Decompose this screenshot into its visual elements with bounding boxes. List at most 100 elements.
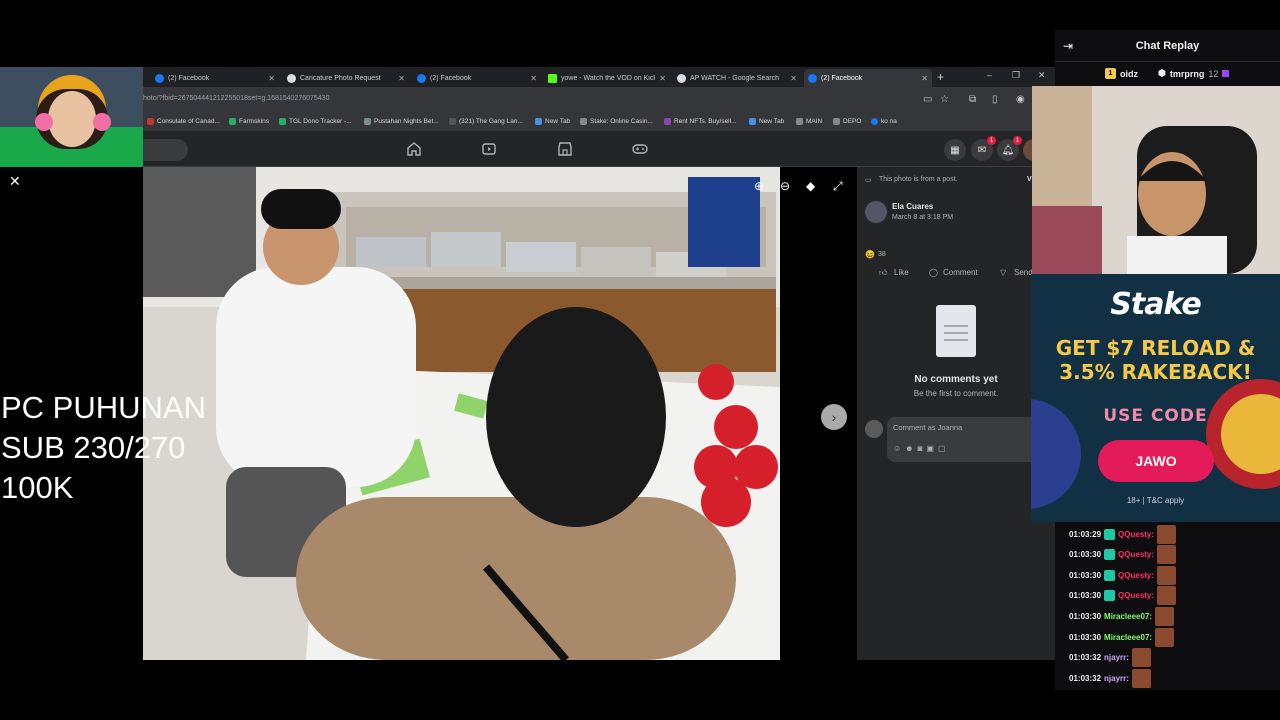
gaming-icon[interactable] xyxy=(631,140,649,158)
close-tab-icon[interactable]: ✕ xyxy=(659,74,666,83)
stake-ad-banner[interactable]: Stake GET $7 RELOAD & 3.5% RAKEBACK! USE… xyxy=(1031,274,1280,522)
bookmark-label: MAIN xyxy=(806,118,823,125)
message-username[interactable]: QQuesty: xyxy=(1118,550,1154,559)
close-tab-icon[interactable]: ✕ xyxy=(530,74,537,83)
close-window-button[interactable]: ✕ xyxy=(1038,70,1046,81)
bookmark-item[interactable]: Stake: Online Casin... xyxy=(580,118,653,125)
comment-input[interactable]: Comment as Joanna ☺☻◙▣▢ xyxy=(887,417,1055,462)
comment-tools-icon[interactable]: ☺☻◙▣▢ xyxy=(893,444,950,453)
bookmark-item[interactable]: DEPO xyxy=(833,118,861,125)
top-gifter-1[interactable]: 1 oidz xyxy=(1105,68,1138,79)
farmskins-icon xyxy=(229,118,236,125)
tab-google[interactable]: AP WATCH - Google Search ✕ xyxy=(673,69,801,87)
ad-headline: GET $7 RELOAD & 3.5% RAKEBACK! xyxy=(1031,336,1280,384)
emote-icon xyxy=(1157,544,1177,564)
close-viewer-icon[interactable]: ✕ xyxy=(9,173,21,190)
message-username[interactable]: njayrr: xyxy=(1104,674,1129,683)
maximize-button[interactable]: ❐ xyxy=(1012,70,1020,81)
ad-headline-line-2: 3.5% RAKEBACK! xyxy=(1059,360,1252,384)
bookmark-label: Consulate of Canad... xyxy=(157,118,220,125)
like-button[interactable]: Like xyxy=(894,268,909,277)
chat-message[interactable]: 01:03:30 QQuesty: xyxy=(1069,544,1177,564)
tab-kick[interactable]: yowe - Watch the VOD on Kick ✕ xyxy=(544,69,670,87)
bookmark-item[interactable]: ko na xyxy=(871,118,897,125)
reaction-count[interactable]: 38 xyxy=(878,251,886,258)
send-button[interactable]: Send xyxy=(1014,268,1033,277)
message-username[interactable]: njayrr: xyxy=(1104,653,1129,662)
watch-icon[interactable] xyxy=(480,140,498,158)
message-username[interactable]: Miracleee07: xyxy=(1104,633,1152,642)
bookmark-item[interactable]: TGL Dono Tracker -... xyxy=(279,118,352,125)
tag-icon[interactable]: ◆ xyxy=(806,179,815,193)
promo-code-button[interactable]: JAWO xyxy=(1098,440,1214,482)
bookmark-label: DEPO xyxy=(843,118,862,125)
messenger-button[interactable]: ✉ 1 xyxy=(971,136,996,161)
bookmark-item[interactable]: Consulate of Canad... xyxy=(147,118,220,125)
photo-viewer: ‹ › ⊕ ⊖ ◆ ⤢ xyxy=(143,167,857,660)
minimize-button[interactable]: – xyxy=(987,70,992,80)
menu-grid-button[interactable]: ▦ xyxy=(944,139,966,161)
url-field[interactable]: hoto/?fbid=267504441212255018set=g.16815… xyxy=(143,95,329,102)
bookmark-item[interactable]: (321) The Gang Lan... xyxy=(449,118,523,125)
fullscreen-icon[interactable]: ⤢ xyxy=(833,179,843,194)
top-gifter-2[interactable]: ⬢ tmrprng 12 xyxy=(1158,68,1230,79)
streamer-webcam xyxy=(0,67,143,167)
message-timestamp: 01:03:32 xyxy=(1069,673,1102,683)
sub-badge-icon xyxy=(1104,569,1116,581)
facebook-top-nav: ▦ ✉ 1 🔔︎ 1 xyxy=(143,131,1055,167)
chat-message[interactable]: 01:03:29 QQuesty: xyxy=(1069,524,1177,544)
next-photo-button[interactable]: › xyxy=(821,404,847,430)
chat-message[interactable]: 01:03:30 Miracleee07: xyxy=(1069,627,1175,647)
cast-icon[interactable]: ▭ xyxy=(923,94,932,105)
chat-message[interactable]: 01:03:30 Miracleee07: xyxy=(1069,606,1175,626)
marketplace-icon[interactable] xyxy=(556,140,574,158)
tab-facebook-1[interactable]: (2) Facebook ✕ xyxy=(151,69,279,87)
chat-message[interactable]: 01:03:32 njayrr: xyxy=(1069,668,1151,688)
message-username[interactable]: QQuesty: xyxy=(1118,571,1154,580)
bookmark-item[interactable]: New Tab xyxy=(749,118,784,125)
sheet-icon xyxy=(279,118,286,125)
close-tab-icon[interactable]: ✕ xyxy=(921,74,928,83)
bookmark-item[interactable]: MAIN xyxy=(796,118,822,125)
bookmarks-bar: Consulate of Canad... Farmskins TGL Dono… xyxy=(143,115,1055,131)
bookmark-item[interactable]: Farmskins xyxy=(229,118,269,125)
profile-icon[interactable]: ◉ xyxy=(1016,94,1025,105)
close-tab-icon[interactable]: ✕ xyxy=(268,74,275,83)
bookmark-item[interactable]: New Tab xyxy=(535,118,570,125)
post-date[interactable]: March 8 at 3:18 PM xyxy=(892,214,953,221)
tab-strip: (2) Facebook ✕ Caricature Photo Request … xyxy=(143,67,1055,87)
home-icon[interactable] xyxy=(405,140,423,158)
zoom-in-icon[interactable]: ⊕ xyxy=(754,179,764,193)
message-username[interactable]: QQuesty: xyxy=(1118,591,1154,600)
post-side-panel: ▭ This photo is from a post. View Ela Cu… xyxy=(857,167,1055,660)
author-avatar[interactable] xyxy=(865,201,887,223)
sub-badge-icon xyxy=(1104,589,1116,601)
tab-caricature[interactable]: Caricature Photo Request ✕ xyxy=(283,69,409,87)
sidebar-icon[interactable]: ▯ xyxy=(992,94,998,105)
facebook-search[interactable] xyxy=(143,139,188,161)
be-first-text: Be the first to comment. xyxy=(913,389,999,398)
bookmark-star-icon[interactable]: ☆ xyxy=(940,94,949,105)
bookmark-icon xyxy=(449,118,456,125)
notification-badge: 1 xyxy=(1013,136,1022,145)
bookmark-item[interactable]: Rent NFTs. Buy/sell... xyxy=(664,118,737,125)
chat-message[interactable]: 01:03:30 QQuesty: xyxy=(1069,585,1177,605)
extensions-icon[interactable]: ⧉ xyxy=(969,94,976,105)
canada-flag-icon xyxy=(147,118,154,125)
chat-message[interactable]: 01:03:30 QQuesty: xyxy=(1069,565,1177,585)
message-username[interactable]: QQuesty: xyxy=(1118,530,1154,539)
comment-button[interactable]: Comment xyxy=(943,268,978,277)
close-tab-icon[interactable]: ✕ xyxy=(790,74,797,83)
close-tab-icon[interactable]: ✕ xyxy=(398,74,405,83)
notifications-button[interactable]: 🔔︎ 1 xyxy=(997,136,1022,161)
tab-facebook-2[interactable]: (2) Facebook ✕ xyxy=(413,69,541,87)
bookmark-item[interactable]: Pustahan Nights Bet... xyxy=(364,118,439,125)
tab-facebook-active[interactable]: (2) Facebook ✕ xyxy=(804,69,932,87)
message-username[interactable]: Miracleee07: xyxy=(1104,612,1152,621)
post-author[interactable]: Ela Cuares xyxy=(892,202,933,211)
chat-message[interactable]: 01:03:32 njayrr: xyxy=(1069,647,1151,667)
post-photo[interactable] xyxy=(143,167,780,660)
zoom-out-icon[interactable]: ⊖ xyxy=(780,179,790,193)
ad-legal-text: 18+ | T&C apply xyxy=(1126,496,1185,505)
new-tab-button[interactable]: + xyxy=(937,70,944,84)
